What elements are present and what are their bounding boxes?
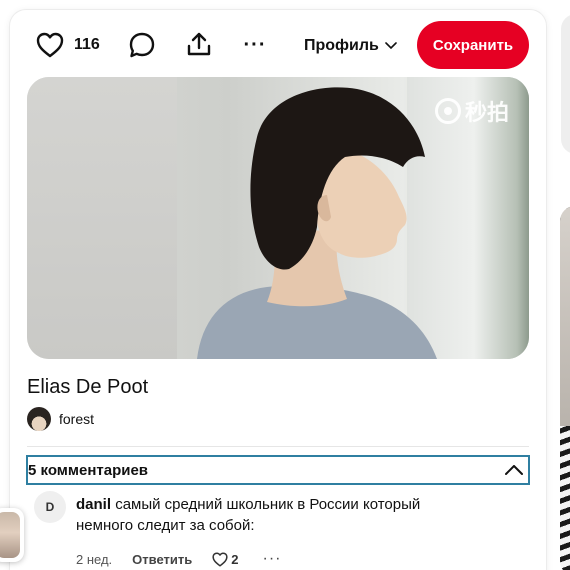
- chevron-up-icon: [502, 458, 526, 482]
- comments-count: 5 комментариев: [28, 461, 149, 479]
- comment-text: самый средний школьник в России который …: [76, 496, 421, 534]
- comment-body: danil самый средний школьник в России ко…: [76, 494, 476, 536]
- share-button[interactable]: [184, 29, 214, 59]
- comment-avatar[interactable]: D: [34, 491, 66, 523]
- pin-title: Elias De Poot: [27, 376, 149, 398]
- pin-toolbar: 116 ··· Профиль Сохранить: [10, 10, 546, 80]
- video-watermark: 秒拍: [434, 95, 509, 127]
- author-avatar: [27, 407, 51, 431]
- save-button[interactable]: Сохранить: [417, 21, 529, 69]
- camera-icon: [434, 98, 461, 124]
- profile-label: Профиль: [304, 37, 379, 54]
- like-button[interactable]: [36, 30, 64, 60]
- floating-pin-thumbnail[interactable]: [0, 508, 24, 562]
- pin-card: 116 ··· Профиль Сохранить 秒拍 Elias De Po…: [10, 10, 546, 570]
- watermark-text: 秒拍: [464, 100, 509, 125]
- share-icon: [187, 32, 211, 56]
- more-icon: ···: [243, 33, 267, 56]
- comment-username[interactable]: danil: [76, 496, 111, 513]
- comment-like-button[interactable]: 2: [212, 552, 238, 567]
- side-pin-card-bottom[interactable]: [560, 206, 570, 570]
- comment-icon: [129, 32, 155, 58]
- heart-icon: [36, 32, 64, 58]
- author-name: forest: [59, 411, 95, 427]
- more-options-button[interactable]: ···: [240, 30, 270, 60]
- comment-like-count: 2: [231, 551, 239, 567]
- author-link[interactable]: forest: [27, 407, 94, 431]
- heart-icon: [212, 551, 228, 567]
- comment-time: 2 нед.: [76, 551, 113, 567]
- like-count: 116: [74, 36, 100, 53]
- comment-button[interactable]: [126, 30, 158, 60]
- chevron-down-icon: [385, 42, 397, 50]
- profile-dropdown[interactable]: Профиль: [304, 34, 397, 58]
- pin-video[interactable]: 秒拍: [27, 77, 529, 359]
- comment-meta: 2 нед. Ответить 2 ···: [76, 550, 281, 568]
- side-pin-card-top[interactable]: [561, 14, 570, 154]
- comments-toggle[interactable]: 5 комментариев: [26, 455, 530, 485]
- divider: [27, 446, 529, 447]
- comment-more-button[interactable]: ···: [262, 550, 281, 568]
- thumbnail-image: [0, 512, 20, 558]
- reply-button[interactable]: Ответить: [132, 552, 192, 567]
